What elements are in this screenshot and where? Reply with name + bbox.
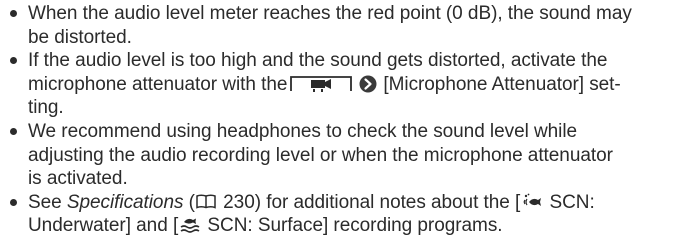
manual-page: When the audio level meter reaches the r… [0,0,676,242]
note-3-line-3: is activated. [28,168,128,190]
note-item-attenuator: If the audio level is too high and the s… [8,49,676,120]
note-2-line-2: microphone attenuator with the [Micropho… [28,73,676,97]
underwater-scn-label: SCN: [544,191,595,213]
surface-scene-icon [180,216,200,234]
note-item-headphones: We recommend using headphones to check t… [8,120,676,191]
arrow-right-button-icon [359,75,377,93]
note-1-line-1: When the audio level meter reaches the r… [28,3,632,24]
book-reference-icon [196,192,216,209]
movie-mode-menu-tab-icon [289,75,353,92]
note-item-distortion: When the audio level meter reaches the r… [8,2,676,49]
note-2-line-2-start: microphone attenuator with the [28,73,288,95]
note-4-page-text: 230) for additional notes about the [ [217,191,521,213]
note-item-specifications: See Specifications ( 230) for additional… [8,191,676,238]
note-2-line-1: If the audio level is too high and the s… [28,50,608,72]
surface-scn-label: SCN: Surface] recording programs. [202,215,503,237]
note-3-line-1: We recommend using headphones to check t… [28,120,578,142]
note-2-line-2-end: [Microphone Attenuator] set- [383,73,621,95]
note-1-line-2: be distorted. [28,26,132,48]
note-4-line-2: Underwater] and [ SCN: Surface] recordin… [28,214,676,238]
specifications-reference: Specifications [66,191,184,213]
note-3-line-2: adjusting the audio recording level or w… [28,144,613,166]
note-2-line-3: ting. [28,97,64,119]
notes-list: When the audio level meter reaches the r… [8,2,676,238]
underwater-scene-icon [522,193,542,211]
note-4-see: See [28,191,67,213]
note-4-paren: ( [183,191,195,213]
note-4-line-1: See Specifications ( 230) for additional… [28,191,676,215]
underwater-label-end: Underwater] and [ [28,215,179,237]
